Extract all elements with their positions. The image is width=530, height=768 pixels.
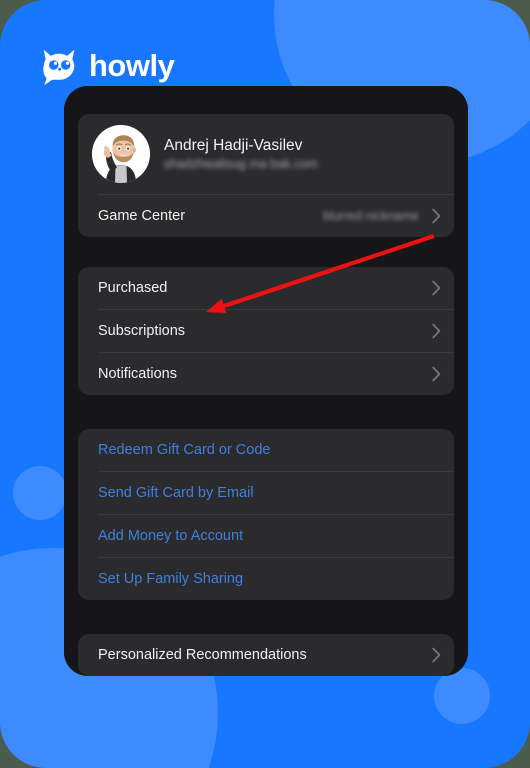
screenshot-canvas: howly Andrej Hadji-Vasilev shadzhwalisug… [0,0,530,768]
library-card: Purchased Subscriptions Notifications [78,267,454,395]
app-store-account-screen: Andrej Hadji-Vasilev shadzhwalisug ma ba… [64,86,468,676]
row-label: Personalized Recommendations [98,647,307,663]
sidebar-item-personalized-recommendations[interactable]: Personalized Recommendations [78,634,454,676]
game-center-nickname-redacted: blurred nickname [323,209,419,223]
action-redeem-gift-card[interactable]: Redeem Gift Card or Code [78,429,454,471]
chevron-right-icon [431,365,442,383]
sidebar-item-subscriptions[interactable]: Subscriptions [78,310,454,352]
action-add-money[interactable]: Add Money to Account [78,515,454,557]
row-game-center[interactable]: Game Center blurred nickname [78,195,454,237]
chevron-right-icon [431,646,442,664]
account-email-redacted: shadzhwalisug ma bak.com [164,156,318,171]
recommendations-card: Personalized Recommendations [78,634,454,676]
gift-and-money-card: Redeem Gift Card or Code Send Gift Card … [78,429,454,600]
row-label: Redeem Gift Card or Code [98,442,271,458]
background-circle-left [13,466,67,520]
account-name: Andrej Hadji-Vasilev [164,136,303,154]
sidebar-item-purchased[interactable]: Purchased [78,267,454,309]
row-label: Purchased [98,280,168,296]
row-label: Set Up Family Sharing [98,571,244,587]
owl-speech-bubble-icon [38,44,80,86]
background-circle-bottom-right [434,668,490,724]
account-meta: Andrej Hadji-Vasilev shadzhwalisug ma ba… [164,137,318,172]
action-send-gift-card[interactable]: Send Gift Card by Email [78,472,454,514]
chevron-right-icon [431,279,442,297]
account-card: Andrej Hadji-Vasilev shadzhwalisug ma ba… [78,114,454,237]
row-label: Send Gift Card by Email [98,485,254,501]
row-label: Notifications [98,366,177,382]
row-label: Subscriptions [98,323,186,339]
chevron-right-icon [431,207,442,225]
sidebar-item-notifications[interactable]: Notifications [78,353,454,395]
row-label: Game Center [98,208,186,224]
action-family-sharing[interactable]: Set Up Family Sharing [78,558,454,600]
account-header[interactable]: Andrej Hadji-Vasilev shadzhwalisug ma ba… [78,114,454,194]
memoji-avatar [92,125,150,183]
chevron-right-icon [431,322,442,340]
brand-lockup: howly [38,44,175,86]
brand-name: howly [89,47,175,83]
row-label: Add Money to Account [98,528,244,544]
phone-frame: Andrej Hadji-Vasilev shadzhwalisug ma ba… [64,86,468,676]
